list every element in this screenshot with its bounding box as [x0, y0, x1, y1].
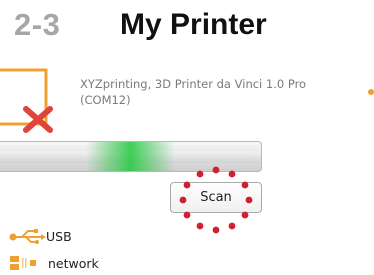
printer-name: XYZprinting, 3D Printer da Vinci 1.0 Pro…: [80, 76, 356, 108]
bullet-dot: [368, 89, 374, 95]
usb-label: USB: [46, 228, 72, 244]
network-icon: [10, 256, 36, 270]
usb-icon: [9, 229, 46, 244]
printer-model: XYZprinting, 3D Printer da Vinci 1.0 Pro: [80, 77, 307, 91]
network-connection[interactable]: network: [8, 253, 99, 273]
printer-disconnected-icon: [0, 68, 53, 133]
progress-indicator: [0, 142, 261, 171]
page-title: My Printer: [120, 8, 267, 41]
scan-button[interactable]: Scan: [170, 182, 262, 213]
network-label: network: [48, 255, 99, 271]
usb-connection[interactable]: USB: [8, 226, 72, 246]
my-printer-panel: 2-3 My Printer XYZprinting, 3D Printer d…: [0, 0, 374, 275]
scan-progress-bar: [0, 141, 262, 172]
printer-port: (COM12): [80, 93, 131, 107]
step-number: 2-3: [14, 7, 61, 42]
